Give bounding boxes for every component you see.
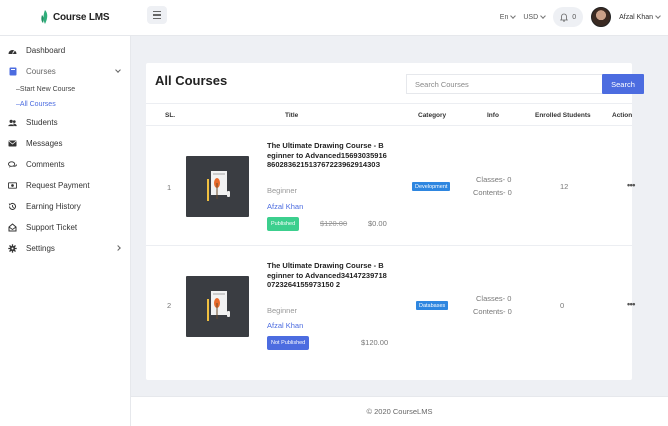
money-icon: [8, 181, 17, 190]
top-right-controls: En USD 0 Afzal Khan: [499, 6, 661, 28]
sidebar-item-request-payment[interactable]: Request Payment: [0, 175, 130, 196]
sidebar-item-label: Request Payment: [26, 181, 90, 190]
history-icon: [8, 202, 17, 211]
more-actions-icon[interactable]: •••: [627, 180, 635, 190]
category-badge: Databases: [416, 301, 449, 310]
hamburger-icon: [153, 11, 161, 13]
sidebar-item-messages[interactable]: Messages: [0, 133, 130, 154]
course-price: $0.00: [368, 219, 387, 228]
book-icon: [8, 67, 17, 76]
chevron-right-icon: [115, 245, 121, 251]
ticket-icon: [8, 223, 17, 232]
sidebar-toggle-button[interactable]: [147, 6, 167, 24]
column-header-title: Title: [285, 112, 299, 119]
column-header-enrolled: Enrolled Students: [535, 112, 591, 119]
course-thumbnail[interactable]: [186, 276, 249, 337]
course-level: Beginner: [267, 306, 298, 315]
course-classes: Classes- 0: [476, 294, 512, 303]
copyright-text: © 2020 CourseLMS: [366, 407, 433, 416]
sidebar-item-label: Students: [26, 118, 58, 127]
currency-dropdown[interactable]: USD: [523, 13, 546, 21]
enrolled-count: 0: [560, 301, 565, 310]
column-header-sl: SL.: [165, 112, 176, 119]
course-contents: Contents- 0: [473, 188, 512, 197]
column-header-category: Category: [418, 112, 447, 119]
sidebar-item-label: Settings: [26, 244, 55, 253]
bell-icon: [560, 13, 569, 22]
sidebar-item-support-ticket[interactable]: Support Ticket: [0, 217, 130, 238]
course-classes: Classes- 0: [476, 175, 512, 184]
language-value: En: [499, 13, 509, 21]
sidebar-item-settings[interactable]: Settings: [0, 238, 130, 259]
row-sl: 1: [167, 183, 172, 192]
top-bar: Course LMS En USD 0 Afzal Khan: [0, 0, 668, 36]
avatar[interactable]: [591, 7, 612, 27]
course-contents: Contents- 0: [473, 307, 512, 316]
chevron-down-icon: [510, 13, 517, 19]
gear-icon: [8, 244, 17, 253]
course-price: $120.00: [361, 338, 389, 347]
page-title: All Courses: [155, 73, 228, 88]
sidebar-item-label: Support Ticket: [26, 223, 78, 232]
footer: © 2020 CourseLMS: [131, 396, 668, 426]
drawing-book-icon: [206, 290, 230, 321]
more-actions-icon[interactable]: •••: [627, 299, 635, 309]
course-old-price: $120.00: [320, 219, 348, 228]
sidebar-subitem-all-courses[interactable]: – All Courses: [0, 97, 130, 112]
envelope-icon: [8, 139, 17, 148]
sidebar-item-label: Comments: [26, 160, 65, 169]
status-badge: Not Published: [267, 336, 310, 350]
row-sl: 2: [167, 301, 172, 310]
user-name: Afzal Khan: [619, 13, 653, 21]
sidebar-subitem-label: Start New Course: [19, 86, 76, 93]
sidebar-item-earning-history[interactable]: Earning History: [0, 196, 130, 217]
column-header-info: Info: [487, 112, 499, 119]
sidebar-item-label: Earning History: [26, 202, 81, 211]
sidebar-item-students[interactable]: Students: [0, 112, 130, 133]
course-title[interactable]: The Ultimate Drawing Course - Beginner t…: [267, 261, 387, 290]
course-author[interactable]: Afzal Khan: [267, 202, 303, 211]
search-input[interactable]: Search Courses: [406, 74, 602, 94]
sidebar-item-courses[interactable]: Courses: [0, 61, 130, 82]
status-badge: Published: [267, 217, 300, 231]
course-thumbnail[interactable]: [186, 156, 249, 217]
table-row: 1 The Ultimate Drawing Course - Beginner…: [146, 126, 635, 246]
comments-icon: [8, 160, 17, 169]
notifications-button[interactable]: 0: [553, 7, 584, 27]
course-level: Beginner: [267, 186, 298, 195]
chevron-down-icon: [115, 67, 121, 73]
course-title[interactable]: The Ultimate Drawing Course - Beginner t…: [267, 141, 387, 170]
chevron-down-icon: [540, 13, 546, 19]
currency-value: USD: [523, 13, 539, 21]
sidebar-subitem-label: All Courses: [19, 101, 56, 108]
user-menu[interactable]: Afzal Khan: [619, 13, 661, 21]
notification-count: 0: [572, 13, 577, 21]
users-icon: [8, 118, 17, 127]
column-header-action: Action: [612, 112, 633, 119]
sidebar-subitem-start-new-course[interactable]: – Start New Course: [0, 82, 130, 97]
logo[interactable]: Course LMS: [40, 9, 110, 25]
logo-mark-icon: [41, 10, 48, 24]
enrolled-count: 12: [560, 182, 569, 191]
drawing-book-icon: [206, 170, 230, 201]
language-dropdown[interactable]: En: [499, 13, 517, 21]
logo-text: Course LMS: [53, 11, 110, 23]
sidebar-item-comments[interactable]: Comments: [0, 154, 130, 175]
table-row: 2 The Ultimate Drawing Course - Beginner…: [146, 246, 635, 366]
courses-card: All Courses Search Courses Search SL. Ti…: [146, 63, 644, 380]
sidebar-item-label: Courses: [26, 67, 56, 76]
sidebar-item-dashboard[interactable]: Dashboard: [0, 40, 130, 61]
category-badge: Development: [412, 182, 451, 191]
dashboard-icon: [8, 46, 17, 55]
sidebar-item-label: Messages: [26, 139, 63, 148]
sidebar-item-label: Dashboard: [26, 46, 66, 55]
table-header: SL. Title Category Info Enrolled Student…: [146, 103, 632, 126]
search-button[interactable]: Search: [602, 74, 644, 94]
course-author[interactable]: Afzal Khan: [267, 321, 303, 330]
sidebar: Dashboard Courses – Start New Course – A…: [0, 36, 131, 426]
chevron-down-icon: [655, 13, 661, 19]
